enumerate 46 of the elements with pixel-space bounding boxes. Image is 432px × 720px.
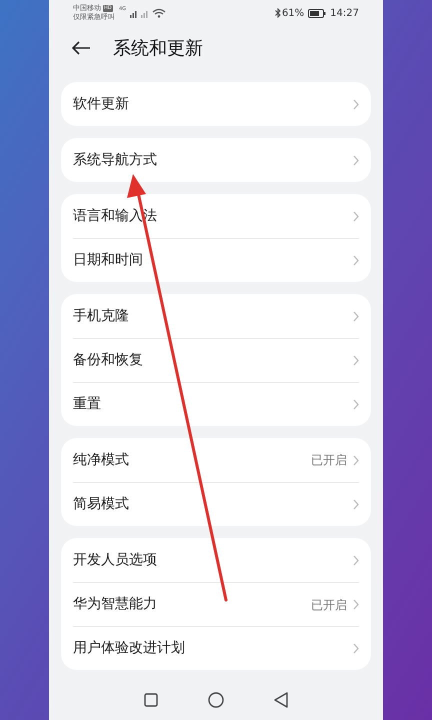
settings-item[interactable]: 开发人员选项 — [73, 538, 359, 582]
item-value: 已开启 — [311, 596, 347, 614]
item-value: 已开启 — [311, 452, 347, 469]
chevron-icon — [353, 643, 359, 654]
chevron-icon — [353, 554, 359, 566]
chevron-icon — [353, 399, 359, 410]
back-icon[interactable] — [71, 40, 91, 56]
settings-item[interactable]: 简易模式 — [73, 482, 359, 526]
item-label: 简易模式 — [73, 495, 129, 514]
chevron-icon — [353, 454, 359, 466]
settings-item[interactable]: 日期和时间 — [73, 238, 359, 282]
settings-item[interactable]: 手机克隆 — [73, 294, 359, 338]
chevron-icon — [353, 599, 359, 610]
clock-time: 14:27 — [330, 6, 359, 20]
chevron-icon — [353, 98, 359, 110]
page-title: 系统和更新 — [113, 36, 203, 60]
settings-item[interactable]: 华为智慧能力 已开启 — [73, 582, 359, 626]
chevron-icon — [353, 499, 359, 510]
item-label: 开发人员选项 — [73, 550, 157, 570]
settings-item[interactable]: 软件更新 — [73, 82, 359, 126]
bluetooth-icon — [274, 8, 281, 18]
settings-item[interactable]: 系统导航方式 — [73, 138, 359, 182]
item-label: 用户体验改进计划 — [73, 639, 185, 658]
item-label: 纯净模式 — [73, 450, 129, 470]
item-label: 重置 — [73, 395, 101, 414]
item-label: 系统导航方式 — [73, 150, 157, 170]
chevron-icon — [353, 310, 359, 322]
home-circle-icon[interactable] — [208, 692, 224, 708]
chevron-icon — [353, 154, 359, 166]
item-label: 备份和恢复 — [73, 351, 143, 370]
item-label: 软件更新 — [73, 94, 129, 114]
settings-item[interactable]: 用户体验改进计划 — [73, 626, 359, 670]
settings-item[interactable]: 备份和恢复 — [73, 338, 359, 382]
chevron-icon — [353, 255, 359, 266]
chevron-icon — [353, 210, 359, 222]
item-label: 华为智慧能力 — [73, 595, 157, 614]
chevron-icon — [353, 355, 359, 366]
item-label: 日期和时间 — [73, 251, 143, 270]
settings-item[interactable]: 重置 — [73, 382, 359, 426]
back-triangle-icon[interactable] — [274, 692, 288, 708]
battery-percent: 61% — [282, 6, 304, 20]
square-nav-icon[interactable] — [144, 693, 158, 707]
battery-icon — [308, 8, 326, 18]
signal-wifi-icon — [130, 8, 166, 18]
item-label: 手机克隆 — [73, 306, 129, 326]
settings-item[interactable]: 纯净模式 已开启 — [73, 438, 359, 482]
